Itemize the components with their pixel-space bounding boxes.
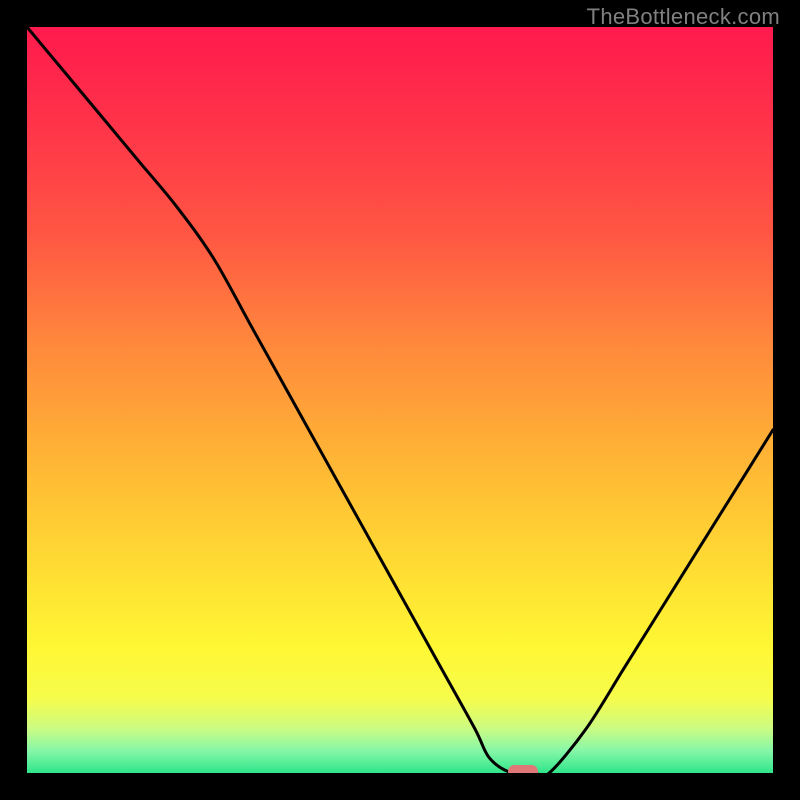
plot-area bbox=[27, 27, 773, 773]
chart-container: TheBottleneck.com bbox=[0, 0, 800, 800]
curve-layer bbox=[27, 27, 773, 773]
bottleneck-curve bbox=[27, 27, 773, 773]
watermark: TheBottleneck.com bbox=[587, 4, 780, 30]
optimal-marker bbox=[508, 765, 538, 773]
